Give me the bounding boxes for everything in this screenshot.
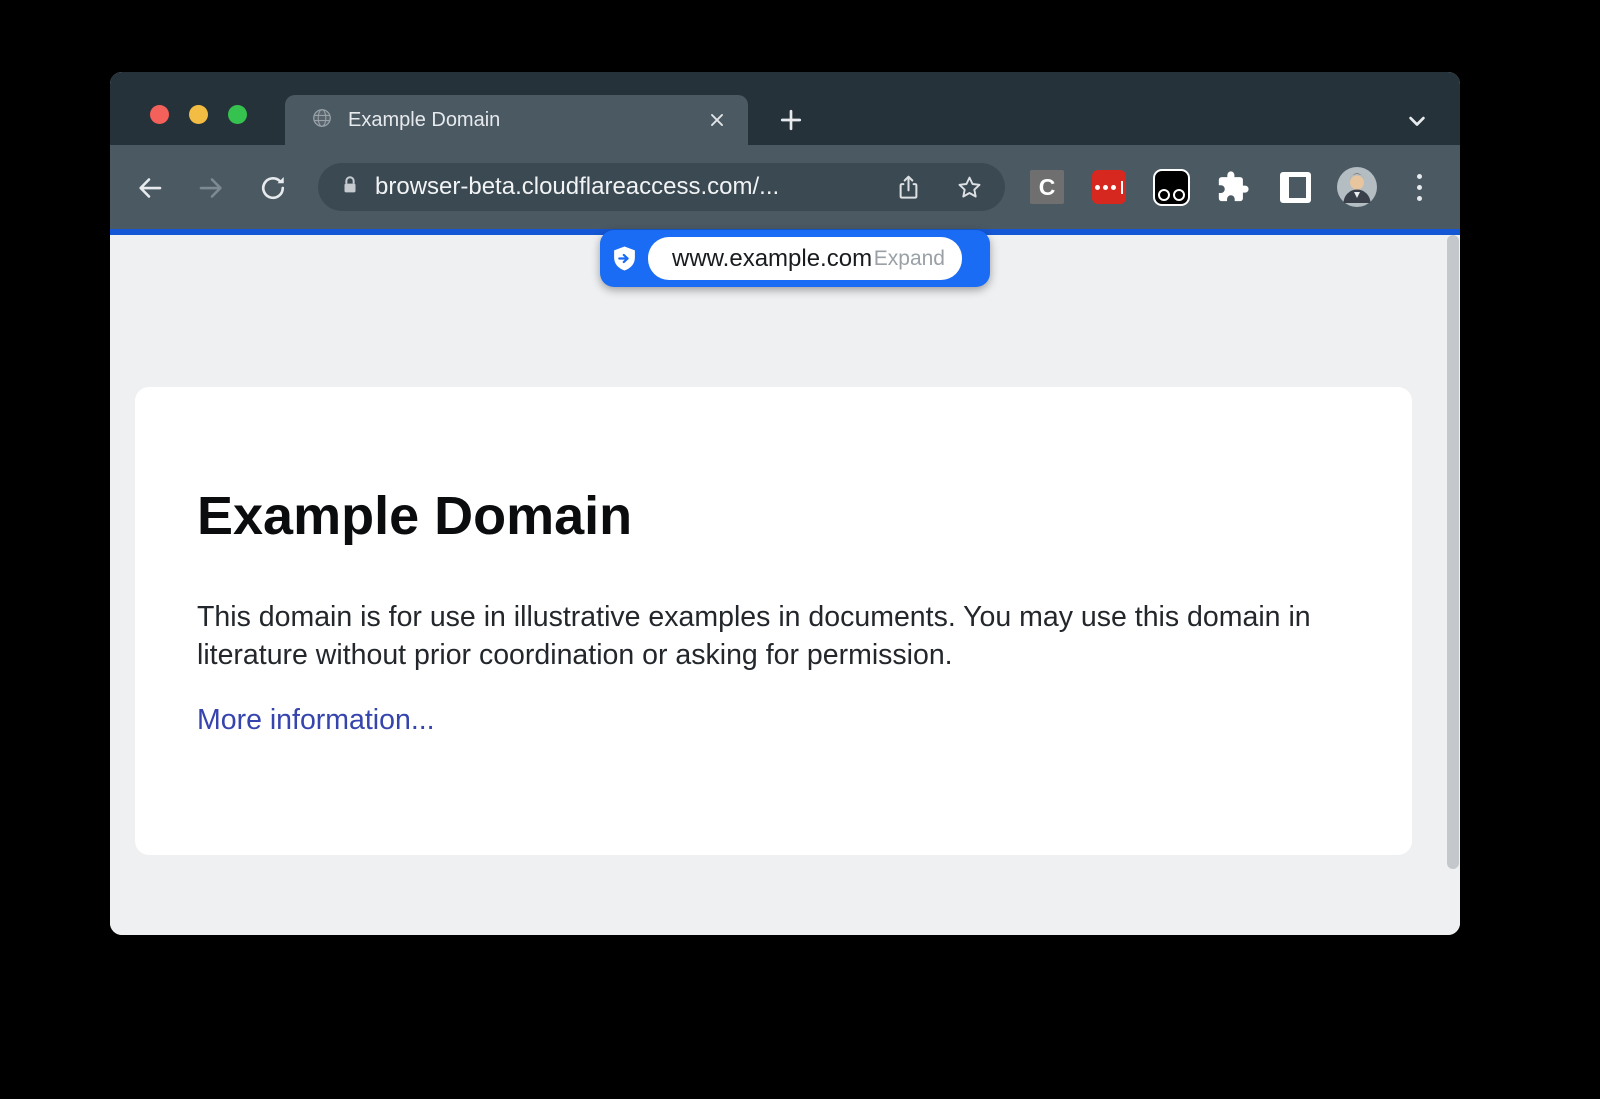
extensions-puzzle-icon[interactable]: [1216, 170, 1250, 204]
minimize-window-button[interactable]: [189, 105, 208, 124]
new-tab-icon[interactable]: [770, 99, 812, 141]
url-text: browser-beta.cloudflareaccess.com/...: [375, 173, 895, 201]
traffic-lights: [150, 105, 247, 124]
forward-icon[interactable]: [196, 173, 226, 203]
maximize-window-button[interactable]: [228, 105, 247, 124]
tab-example-domain[interactable]: Example Domain: [285, 95, 748, 145]
close-window-button[interactable]: [150, 105, 169, 124]
extensions-row: C: [1016, 145, 1450, 229]
side-panel-icon[interactable]: [1280, 172, 1311, 203]
extension-goggles-icon[interactable]: [1153, 169, 1190, 206]
domain-pill[interactable]: www.example.com Expand: [648, 237, 962, 280]
page-paragraph: This domain is for use in illustrative e…: [197, 598, 1347, 674]
scrollbar-thumb[interactable]: [1447, 235, 1459, 869]
expand-button[interactable]: Expand: [874, 247, 945, 271]
lock-icon[interactable]: [339, 174, 361, 201]
extension-c-icon[interactable]: C: [1030, 170, 1064, 204]
browser-toolbar: browser-beta.cloudflareaccess.com/...: [110, 145, 1460, 229]
bookmark-star-icon[interactable]: [956, 174, 983, 201]
menu-dots-icon[interactable]: [1417, 174, 1422, 201]
remote-browser-domain-pill[interactable]: www.example.com Expand: [600, 230, 990, 287]
chevron-down-icon[interactable]: [1400, 104, 1434, 138]
tab-close-icon[interactable]: [706, 109, 728, 131]
share-icon[interactable]: [895, 174, 922, 201]
tab-strip: Example Domain: [110, 72, 1460, 145]
tab-title: Example Domain: [348, 109, 706, 132]
domain-text: www.example.com: [672, 245, 874, 273]
more-information-link[interactable]: More information...: [197, 704, 435, 737]
page-title: Example Domain: [197, 487, 1352, 546]
reload-icon[interactable]: [258, 173, 288, 203]
content-card: Example Domain This domain is for use in…: [135, 387, 1412, 855]
profile-avatar[interactable]: [1337, 167, 1377, 207]
browser-window: Example Domain: [110, 72, 1460, 935]
shield-arrow-icon: [600, 245, 648, 272]
extension-password-manager-icon[interactable]: [1092, 170, 1126, 204]
globe-favicon-icon: [311, 107, 333, 134]
address-bar[interactable]: browser-beta.cloudflareaccess.com/...: [318, 163, 1005, 211]
page-viewport: www.example.com Expand Example Domain Th…: [110, 235, 1460, 935]
back-icon[interactable]: [135, 173, 165, 203]
